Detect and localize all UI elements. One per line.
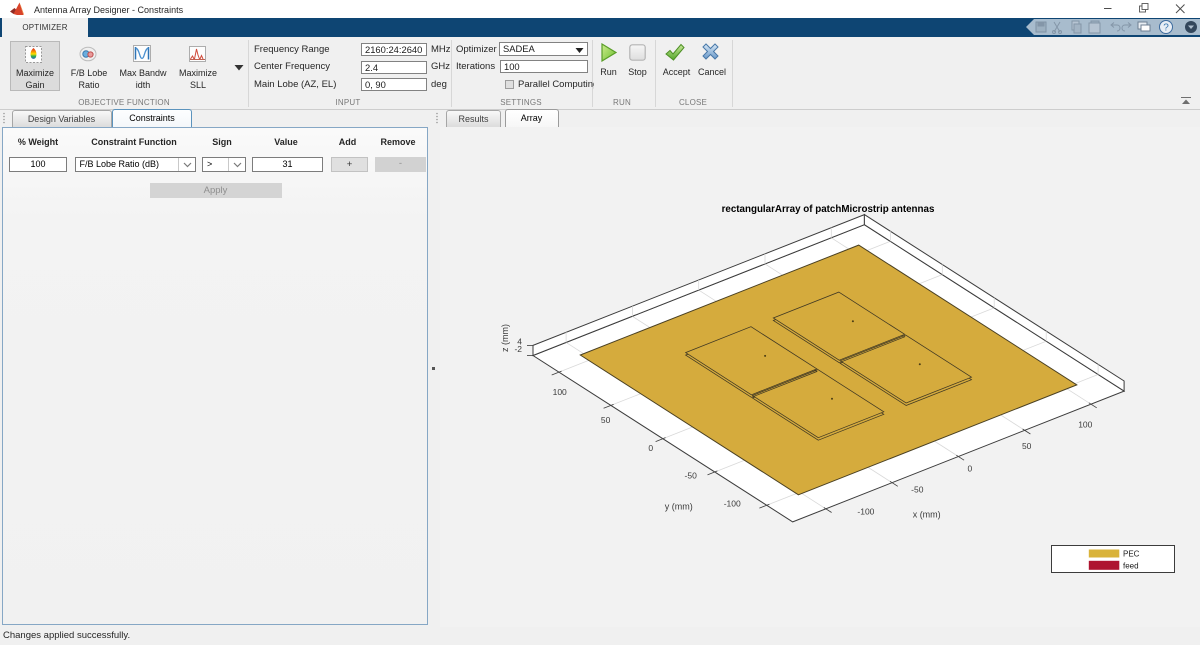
svg-text:z (mm): z (mm): [500, 324, 510, 352]
svg-text:-2: -2: [514, 343, 522, 353]
svg-text:x (mm): x (mm): [913, 509, 941, 519]
svg-text:y (mm): y (mm): [665, 501, 693, 511]
svg-text:50: 50: [1022, 441, 1032, 451]
svg-text:100: 100: [1078, 419, 1092, 429]
svg-text:?: ?: [1163, 23, 1169, 34]
svg-text:feed: feed: [1123, 561, 1139, 570]
svg-text:0: 0: [968, 463, 973, 473]
svg-text:100: 100: [553, 387, 567, 397]
svg-text:-50: -50: [911, 484, 924, 494]
svg-text:-100: -100: [724, 498, 741, 508]
svg-text:PEC: PEC: [1123, 549, 1140, 558]
svg-text:50: 50: [601, 414, 611, 424]
svg-text:0: 0: [648, 442, 653, 452]
svg-text:rectangularArray of patchMicro: rectangularArray of patchMicrostrip ante…: [722, 204, 935, 215]
svg-text:-100: -100: [857, 506, 874, 516]
svg-text:-50: -50: [685, 470, 698, 480]
